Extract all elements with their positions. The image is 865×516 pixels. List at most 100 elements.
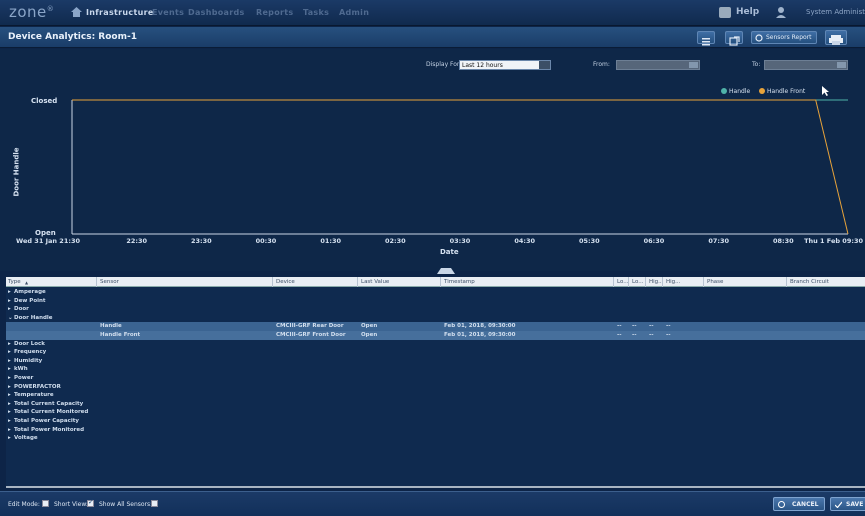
- column-header[interactable]: Phase: [707, 279, 723, 285]
- expand-icon[interactable]: ▸: [8, 401, 11, 407]
- column-separator[interactable]: [628, 277, 629, 287]
- group-row[interactable]: ▸ Total Current Monitored: [6, 408, 865, 417]
- horizontal-scrollbar[interactable]: [6, 486, 865, 488]
- cell-sensor: Handle Front: [100, 332, 141, 338]
- grid-header: Type Sensor Device Last Value Timestamp Lo...…: [6, 277, 865, 287]
- column-separator[interactable]: [96, 277, 97, 287]
- collapse-icon[interactable]: ⌄: [8, 315, 13, 321]
- group-row[interactable]: ▸ Humidity: [6, 357, 865, 366]
- group-label: Voltage: [14, 435, 38, 442]
- sensor-grid: Type Sensor Device Last Value Timestamp Lo...…: [6, 277, 865, 488]
- group-label: Door: [14, 306, 29, 313]
- group-label: Temperature: [14, 392, 54, 399]
- group-label: Door Lock: [14, 340, 45, 347]
- column-separator[interactable]: [703, 277, 704, 287]
- expand-icon[interactable]: ▸: [8, 375, 11, 381]
- cancel-button[interactable]: CANCEL: [773, 497, 825, 511]
- group-row[interactable]: ▸ Total Current Capacity: [6, 400, 865, 409]
- column-separator[interactable]: [440, 277, 441, 287]
- column-separator[interactable]: [357, 277, 358, 287]
- expand-icon[interactable]: ▸: [8, 349, 11, 355]
- edit-mode-checkbox[interactable]: [42, 500, 49, 507]
- expand-icon[interactable]: ▸: [8, 384, 11, 390]
- expand-icon[interactable]: ▸: [8, 427, 11, 433]
- sensor-row[interactable]: Handle CMCIII-GRF Rear Door Open Feb 01, 20…: [6, 322, 865, 331]
- expand-icon[interactable]: ▸: [8, 358, 11, 364]
- group-label: kWh: [14, 366, 28, 373]
- cell-lo2: --: [632, 323, 637, 330]
- cell-device: CMCIII-GRF Rear Door: [276, 323, 344, 330]
- cell-timestamp: Feb 01, 2018, 09:30:00: [444, 332, 516, 338]
- group-row[interactable]: ▸ Voltage: [6, 434, 865, 443]
- sensor-row[interactable]: Handle Front CMCIII-GRF Front Door Open Feb…: [6, 331, 865, 340]
- cell-lo2: --: [632, 332, 637, 338]
- group-row[interactable]: ▸ kWh: [6, 365, 865, 374]
- group-label: POWERFACTOR: [14, 383, 61, 390]
- column-header[interactable]: Sensor: [100, 279, 119, 285]
- group-row[interactable]: ▸ Amperage: [6, 288, 865, 297]
- sort-asc-icon: ▲: [25, 280, 29, 285]
- cell-lo1: --: [617, 323, 622, 330]
- short-view-label: Short View:: [54, 501, 88, 508]
- column-header[interactable]: Branch Circuit: [790, 279, 829, 285]
- column-separator[interactable]: [613, 277, 614, 287]
- column-header[interactable]: Device: [276, 279, 295, 285]
- cell-device: CMCIII-GRF Front Door: [276, 332, 346, 338]
- show-all-label: Show All Sensors:: [99, 501, 153, 508]
- group-row[interactable]: ▸ Power: [6, 374, 865, 383]
- expand-icon[interactable]: ▸: [8, 392, 11, 398]
- group-label: Dew Point: [14, 297, 46, 304]
- bottom-bar: Edit Mode: Short View: Show All Sensors:…: [0, 491, 865, 516]
- group-label: Amperage: [14, 289, 46, 295]
- cell-hi2: --: [666, 332, 671, 338]
- column-separator[interactable]: [786, 277, 787, 287]
- expand-icon[interactable]: ▸: [8, 418, 11, 424]
- expand-icon[interactable]: ▸: [8, 306, 11, 312]
- group-label: Total Power Capacity: [14, 418, 79, 424]
- group-row[interactable]: ▸ Door Lock: [6, 340, 865, 349]
- expand-icon[interactable]: ▸: [8, 435, 11, 441]
- expand-icon[interactable]: ▸: [8, 409, 11, 415]
- column-separator[interactable]: [662, 277, 663, 287]
- expand-icon[interactable]: ▸: [8, 298, 11, 304]
- save-button[interactable]: SAVE: [830, 497, 865, 511]
- group-row[interactable]: ▸ Temperature: [6, 391, 865, 400]
- column-separator[interactable]: [272, 277, 273, 287]
- group-row[interactable]: ▸ Frequency: [6, 348, 865, 357]
- expand-icon[interactable]: ▸: [8, 341, 11, 347]
- column-header[interactable]: Type: [8, 279, 21, 285]
- column-separator[interactable]: [645, 277, 646, 287]
- check-icon: [835, 501, 842, 508]
- group-row[interactable]: ⌄ Door Handle: [6, 314, 865, 323]
- short-view-checkbox[interactable]: [87, 498, 94, 507]
- column-header[interactable]: Lo...: [617, 279, 628, 285]
- column-header[interactable]: Hig...: [666, 279, 680, 285]
- cell-value: Open: [361, 332, 378, 338]
- show-all-checkbox[interactable]: [151, 500, 158, 507]
- group-label: Humidity: [14, 357, 43, 364]
- cell-hi1: --: [649, 332, 654, 338]
- expand-icon[interactable]: ▸: [8, 289, 11, 295]
- cell-hi2: --: [666, 323, 671, 330]
- group-row[interactable]: ▸ Dew Point: [6, 297, 865, 306]
- cell-lo1: --: [617, 332, 622, 338]
- collapse-handle-icon[interactable]: [437, 268, 455, 274]
- cancel-icon: [778, 501, 785, 508]
- column-header[interactable]: Timestamp: [444, 279, 475, 285]
- save-label: SAVE: [846, 501, 864, 508]
- column-header[interactable]: Lo...: [632, 279, 643, 285]
- group-row[interactable]: ▸ Total Power Monitored: [6, 426, 865, 435]
- edit-mode-label: Edit Mode:: [8, 501, 40, 508]
- group-label: Total Current Capacity: [14, 400, 84, 407]
- series-line-handle-front[interactable]: [72, 99, 849, 235]
- group-label: Power: [14, 375, 34, 381]
- group-row[interactable]: ▸ Total Power Capacity: [6, 417, 865, 426]
- group-label: Total Current Monitored: [14, 409, 89, 416]
- expand-icon[interactable]: ▸: [8, 366, 11, 372]
- cell-sensor: Handle: [100, 323, 122, 330]
- group-row[interactable]: ▸ Door: [6, 305, 865, 314]
- cell-hi1: --: [649, 323, 654, 330]
- column-header[interactable]: Last Value: [361, 279, 389, 285]
- group-label: Total Power Monitored: [14, 426, 85, 433]
- group-row[interactable]: ▸ POWERFACTOR: [6, 383, 865, 392]
